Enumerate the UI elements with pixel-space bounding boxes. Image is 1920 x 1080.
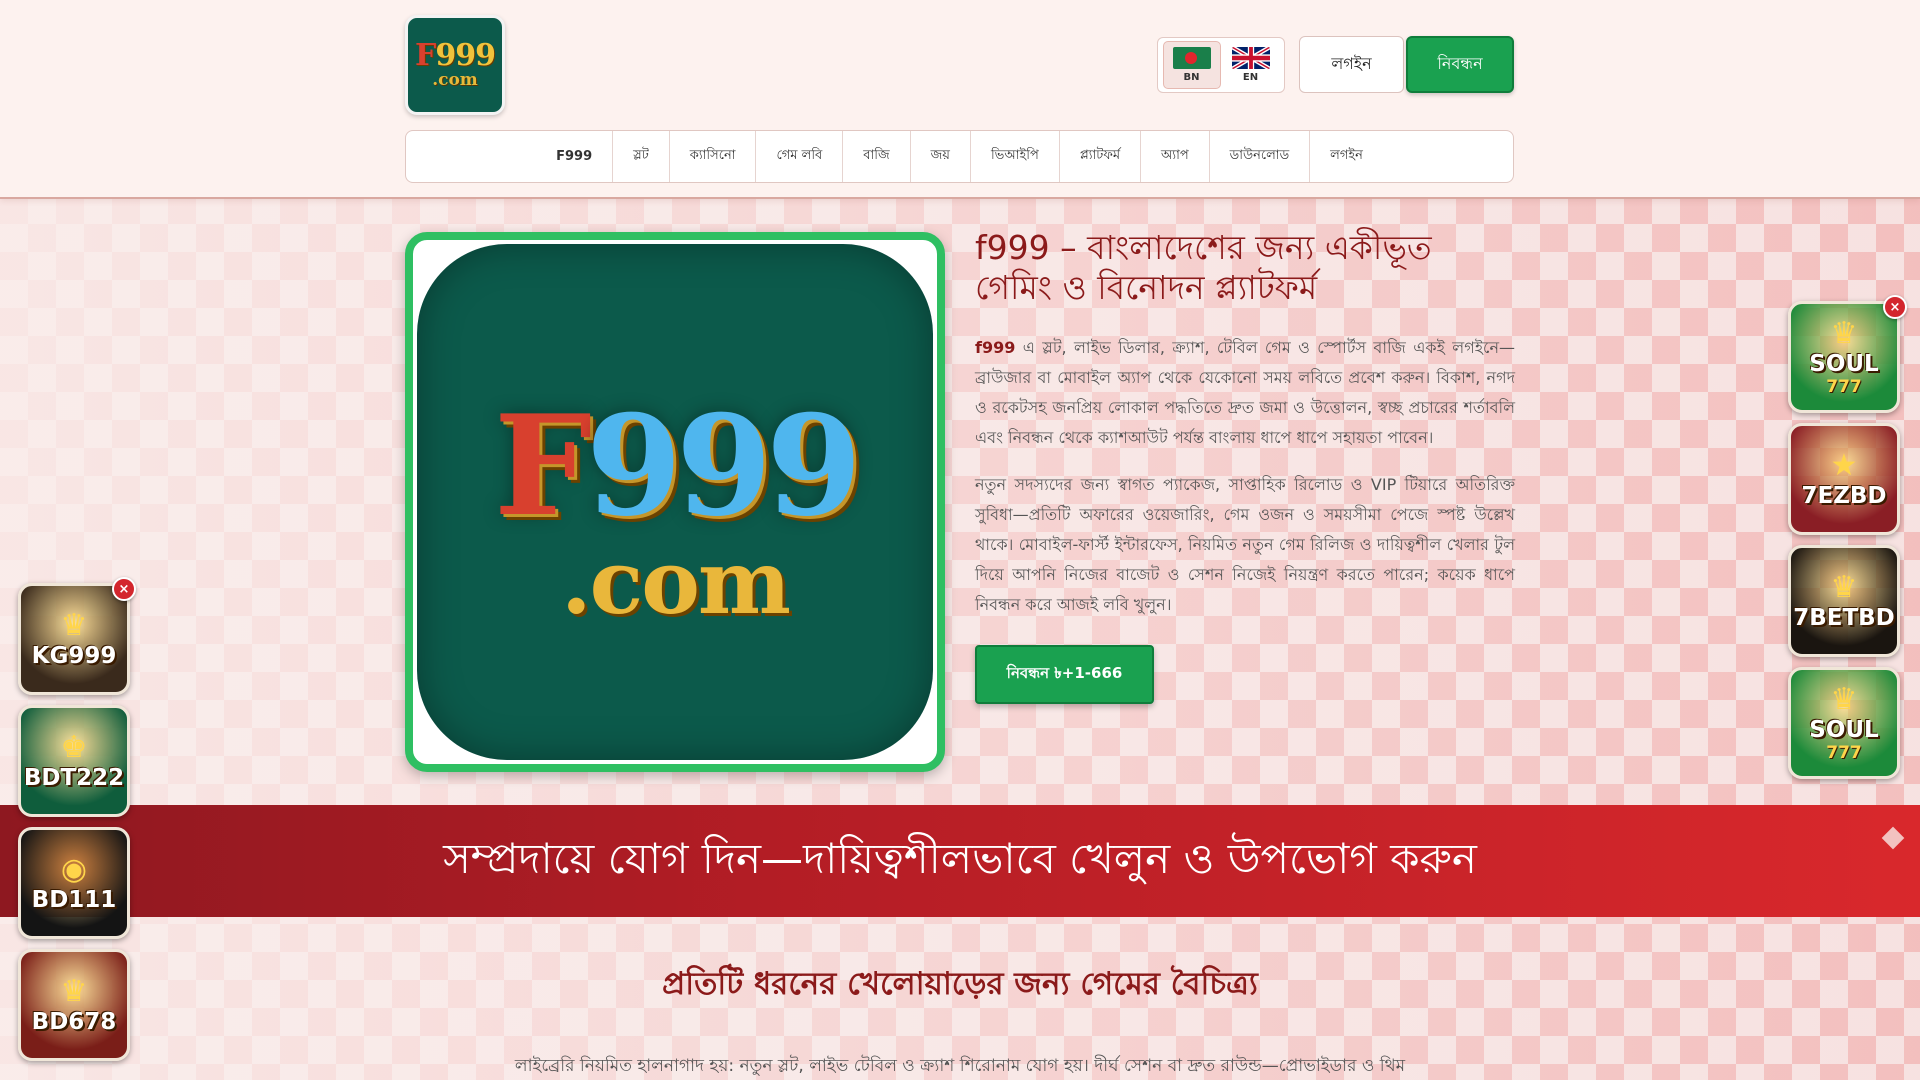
crown-icon: ◉	[60, 852, 88, 887]
lang-bn-option[interactable]: BN	[1162, 41, 1221, 89]
ad-brand-sublabel: 777	[1826, 743, 1862, 763]
nav-item-game-lobby[interactable]: গেম লবি	[756, 131, 844, 182]
logo-number: 999	[435, 38, 496, 73]
left-ad-2[interactable]: ♚ BDT222	[18, 705, 130, 817]
lang-bn-label: BN	[1183, 72, 1200, 83]
crown-icon: ♛	[60, 608, 88, 643]
hero-title: f999 – বাংলাদেশের জন্য একীভূত গেমিং ও বি…	[975, 228, 1432, 307]
nav-item-win[interactable]: জয়	[911, 131, 971, 182]
ad-brand-sublabel: 777	[1826, 377, 1862, 397]
hero-app-icon: F999 .com	[417, 244, 933, 760]
crown-icon: ★	[1830, 448, 1858, 483]
ad-brand-label: 7EZBD	[1801, 483, 1887, 509]
hero-brand-link[interactable]: f999	[975, 338, 1015, 357]
nav-item-betting[interactable]: বাজি	[843, 131, 911, 182]
crown-icon: ♛	[1830, 316, 1858, 351]
right-ad-3[interactable]: ♛ 7BETBD	[1788, 545, 1900, 657]
uk-flag-icon	[1231, 47, 1270, 69]
register-button[interactable]: নিবন্ধন	[1406, 36, 1514, 93]
ad-brand-label: KG999	[31, 643, 117, 669]
crown-icon: ♛	[1830, 682, 1858, 717]
left-ad-4[interactable]: ♛ BD678	[18, 949, 130, 1061]
games-section-text: লাইব্রেরি নিয়মিত হালনাগাদ হয়: নতুন স্ল…	[514, 1056, 1406, 1076]
nav-item-download[interactable]: ডাউনলোড	[1210, 131, 1311, 182]
left-ad-1[interactable]: ♛ KG999	[18, 583, 130, 695]
crown-icon: ♛	[1830, 570, 1858, 605]
logo-domain: .com	[432, 70, 478, 90]
hero-logo-domain: .com	[560, 530, 791, 634]
games-section-title: প্রতিটি ধরনের খেলোয়াড়ের জন্য গেমের বৈচ…	[662, 966, 1258, 1002]
site-header: F999 .com BN EN লগইন নিবন্ধন F999 স্লট ক…	[0, 0, 1920, 199]
hero-paragraph-1: f999 এ স্লট, লাইভ ডিলার, ক্র্যাশ, টেবিল …	[975, 333, 1515, 453]
right-ad-2[interactable]: ★ 7EZBD	[1788, 423, 1900, 535]
nav-item-app[interactable]: অ্যাপ	[1141, 131, 1210, 182]
nav-item-login[interactable]: লগইন	[1310, 131, 1383, 182]
right-ad-1[interactable]: ♛ SOUL 777	[1788, 301, 1900, 413]
bangladesh-flag-icon	[1172, 47, 1211, 69]
hero-app-image: F999 .com	[405, 232, 945, 772]
nav-item-slot[interactable]: স্লট	[613, 131, 670, 182]
banner-text: সম্প্রদায়ে যোগ দিন—দায়িত্বশীলভাবে খেলু…	[443, 833, 1477, 883]
community-banner: সম্প্রদায়ে যোগ দিন—দায়িত্বশীলভাবে খেলু…	[0, 805, 1920, 917]
hero-paragraph-1-text: এ স্লট, লাইভ ডিলার, ক্র্যাশ, টেবিল গেম ও…	[975, 338, 1515, 447]
language-switcher: BN EN	[1157, 37, 1285, 93]
lang-en-label: EN	[1242, 72, 1259, 83]
site-logo[interactable]: F999 .com	[405, 15, 505, 115]
hero-logo-number: 999	[585, 384, 862, 547]
nav-item-casino[interactable]: ক্যাসিনো	[670, 131, 757, 182]
left-ad-3[interactable]: ◉ BD111	[18, 827, 130, 939]
hero-register-button[interactable]: নিবন্ধন ৳+1-666	[975, 645, 1154, 704]
nav-item-platform[interactable]: প্ল্যাটফর্ম	[1060, 131, 1142, 182]
hero-paragraph-2: নতুন সদস্যদের জন্য স্বাগত প্যাকেজ, সাপ্ত…	[975, 475, 1515, 614]
hero-logo-letter: F	[493, 384, 592, 547]
main-nav: F999 স্লট ক্যাসিনো গেম লবি বাজি জয় ভিআই…	[405, 130, 1514, 183]
ad-brand-label: SOUL	[1809, 351, 1879, 377]
crown-icon: ♛	[60, 974, 88, 1009]
ad-brand-label: SOUL	[1809, 717, 1879, 743]
lang-en-option[interactable]: EN	[1222, 41, 1280, 89]
ad-brand-label: BD678	[31, 1009, 117, 1035]
ad-brand-label: BD111	[31, 887, 117, 913]
logo-letter: F	[415, 38, 436, 73]
login-button[interactable]: লগইন	[1299, 36, 1404, 93]
nav-item-vip[interactable]: ভিআইপি	[971, 131, 1060, 182]
crown-icon: ♚	[60, 730, 88, 765]
ad-brand-label: BDT222	[23, 765, 125, 791]
nav-item-f999[interactable]: F999	[536, 131, 614, 182]
close-left-ads-icon[interactable]: ×	[112, 577, 136, 601]
ad-brand-label: 7BETBD	[1793, 605, 1895, 631]
close-right-ads-icon[interactable]: ×	[1883, 295, 1907, 319]
right-ad-4[interactable]: ♛ SOUL 777	[1788, 667, 1900, 779]
